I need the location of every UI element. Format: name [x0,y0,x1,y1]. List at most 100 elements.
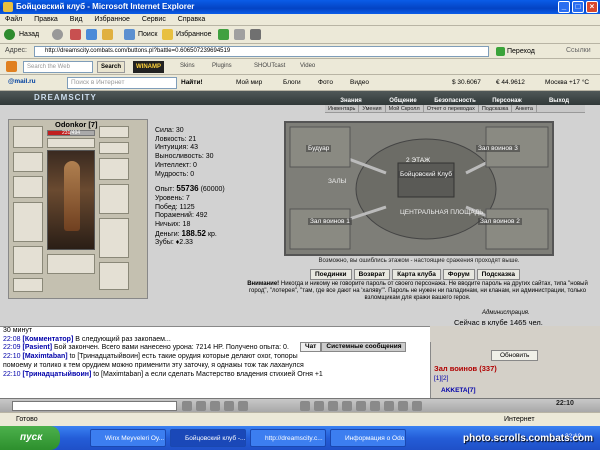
menu-file[interactable]: Файл [5,16,22,23]
mail-icon[interactable] [370,401,380,411]
inventory-icon[interactable] [328,401,338,411]
menu-tools[interactable]: Сервис [142,16,166,23]
task-dreamscity[interactable]: http://dreamscity.c... [250,429,326,447]
menu-help[interactable]: Справка [178,16,205,23]
search-button[interactable]: Поиск [136,29,159,41]
label-central-square[interactable]: ЦЕНТРАЛЬНАЯ ПЛОЩАДЬ [398,209,486,216]
room-warriors-3[interactable]: Зал воинов 3 [476,145,520,152]
help-icon[interactable] [398,401,408,411]
helmet-slot-icon[interactable] [13,126,43,148]
room-warriors-2[interactable]: Зал воинов 2 [478,218,522,225]
home-icon[interactable] [102,29,113,40]
favorites-button[interactable]: Избранное [174,29,213,41]
refresh-icon[interactable] [86,29,97,40]
subnav-hint[interactable]: Подсказка [479,105,513,112]
favorites-star-icon[interactable] [162,29,173,40]
start-button[interactable]: пуск [0,426,60,450]
menu-view[interactable]: Вид [70,16,83,23]
mailru-mymir[interactable]: Мой мир [236,79,262,86]
friends-icon[interactable] [356,401,366,411]
map-icon[interactable] [314,401,324,411]
gloves-slot-icon[interactable] [99,126,129,138]
send-icon[interactable] [182,401,192,411]
nav-exit[interactable]: Выход [533,97,585,105]
back-arrow-icon[interactable] [4,29,15,40]
room-warriors-1[interactable]: Зал воинов 1 [308,218,352,225]
character-figure[interactable] [47,150,95,250]
nav-character[interactable]: Персонаж [481,97,533,105]
club-map-button[interactable]: Карта клуба [392,269,441,280]
web-search-input[interactable]: Search the Web [23,61,93,73]
menu-favorites[interactable]: Избранное [94,16,129,23]
print-icon[interactable] [250,29,261,40]
mailru-find-button[interactable]: Найти! [181,79,203,86]
address-input[interactable]: http://dreamscity.combats.com/buttons.pl… [34,46,489,57]
battle-icon[interactable] [300,401,310,411]
belt-slot-icon[interactable] [13,278,43,292]
rings-slot-icon[interactable] [99,142,129,154]
shield-slot-icon[interactable] [99,184,129,214]
nav-knowledge[interactable]: Знания [325,97,377,105]
clan-icon[interactable] [342,401,352,411]
subnav-skills[interactable]: Умения [359,105,386,112]
smiley-icon[interactable] [196,401,206,411]
window-titlebar[interactable]: Бойцовский клуб - Microsoft Internet Exp… [0,0,600,14]
go-button[interactable]: Переход [496,46,535,57]
mailru-blogs[interactable]: Блоги [283,79,301,86]
links-button[interactable]: Ссылки [566,47,591,54]
character-name[interactable]: Odonkor [7] [55,120,98,129]
exit-icon[interactable] [412,401,422,411]
mailru-search-input[interactable]: Поиск в Интернет [67,77,177,89]
maximize-icon[interactable]: □ [572,1,584,13]
mail-icon[interactable] [234,29,245,40]
settings-icon[interactable] [384,401,394,411]
translit-icon[interactable] [238,401,248,411]
search-icon[interactable] [124,29,135,40]
close-icon[interactable]: × [586,1,598,13]
forum-button[interactable]: Форум [442,269,475,280]
hint-button[interactable]: Подсказка [476,269,520,280]
clear-icon[interactable] [210,401,220,411]
duels-button[interactable]: Поединки [310,269,352,280]
weapon-slot-icon[interactable] [13,202,43,242]
boots-slot-icon[interactable] [99,262,129,290]
roster-user[interactable]: AKKETA[7] [441,387,476,394]
leggings-slot-icon[interactable] [99,218,129,258]
task-winx[interactable]: Winx Meyveleri Oy... [90,429,166,447]
subnav-scroll[interactable]: Мой Скролл [386,105,424,112]
tab-chat[interactable]: Чат [300,342,322,352]
history-icon[interactable] [218,29,229,40]
filter-icon[interactable] [224,401,234,411]
task-fight-club[interactable]: Бойцовский клуб -... [170,429,246,447]
mailru-video[interactable]: Видео [350,79,369,86]
winamp-shoutcast[interactable]: SHOUTcast [254,63,285,69]
amulet-slot-icon[interactable] [13,176,43,198]
winamp-plugins[interactable]: Plugins [212,63,232,69]
forward-arrow-icon[interactable] [52,29,63,40]
menu-edit[interactable]: Правка [34,16,58,23]
chat-input[interactable] [12,401,177,411]
web-search-button[interactable]: Search [97,61,126,73]
bracers-slot-icon[interactable] [99,158,129,180]
stop-icon[interactable] [70,29,81,40]
mailru-photo[interactable]: Фото [318,79,333,86]
subnav-inventory[interactable]: Инвентарь [325,105,360,112]
subnav-transfers[interactable]: Отчет о переводах [424,105,479,112]
chat-log[interactable]: 30 минут 22:08 [Комментатор] В следующий… [0,326,430,398]
armor-slot-icon[interactable] [13,246,43,274]
spell-slots-icon[interactable] [47,138,95,148]
room-boudoir[interactable]: Будуар [306,145,332,152]
pocket-slots-icon[interactable] [47,254,95,274]
tab-system-messages[interactable]: Системные сообщения [321,342,407,352]
winamp-logo[interactable]: WINAMP [133,61,164,73]
earrings-slot-icon[interactable] [13,152,43,172]
room-floor-2[interactable]: 2 ЭТАЖ [404,157,432,164]
subnav-profile[interactable]: Анкета [512,105,537,112]
nav-security[interactable]: Безопасность [429,97,481,105]
return-button[interactable]: Возврат [353,269,391,280]
winamp-skins[interactable]: Skins [180,63,195,69]
nav-communication[interactable]: Общение [377,97,429,105]
mailru-logo[interactable]: @mail.ru [8,78,36,85]
winamp-video[interactable]: Video [300,63,315,69]
minimize-icon[interactable]: _ [558,1,570,13]
